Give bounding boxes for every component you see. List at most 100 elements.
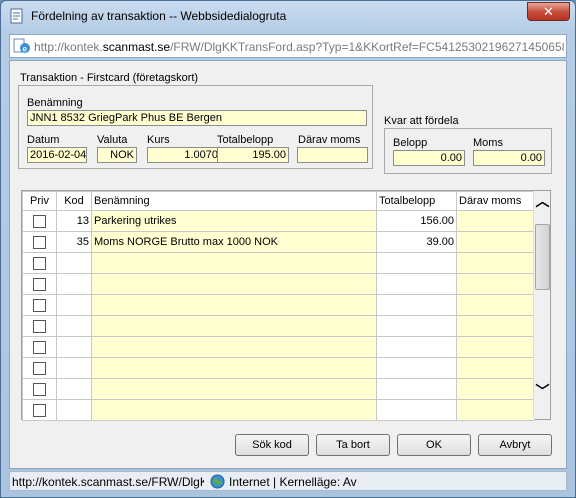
kod-cell[interactable] [56,273,92,295]
column-header-priv[interactable]: Priv [22,191,57,211]
priv-checkbox[interactable] [33,340,46,354]
vat-cell[interactable] [456,231,535,253]
document-icon [10,8,23,24]
kod-cell[interactable] [56,252,92,274]
total-cell[interactable]: 156.00 [376,210,457,232]
delete-button[interactable]: Ta bort [316,434,390,456]
kod-cell[interactable] [56,378,92,400]
vat-cell[interactable] [456,252,535,274]
kod-cell[interactable] [56,294,92,316]
priv-checkbox[interactable] [33,298,46,312]
vat-cell[interactable] [456,294,535,316]
cancel-button[interactable]: Avbryt [478,434,552,456]
table-row[interactable] [22,294,535,316]
priv-cell[interactable] [22,315,57,337]
name-cell[interactable] [91,357,377,379]
priv-checkbox[interactable] [33,214,46,228]
total-cell[interactable] [376,378,457,400]
vat-cell[interactable] [456,315,535,337]
name-cell[interactable] [91,273,377,295]
date-label: Datum [27,134,60,146]
scroll-thumb[interactable] [535,224,550,290]
column-header-kod[interactable]: Kod [56,191,92,211]
address-domain: scanmast.se [102,40,171,54]
priv-cell[interactable] [22,399,57,421]
priv-checkbox[interactable] [33,361,46,375]
table-row[interactable] [22,399,535,421]
address-bar[interactable]: e http://kontek.scanmast.se/FRW/DlgKKTra… [9,34,567,58]
table-row[interactable] [22,273,535,295]
name-cell[interactable] [91,252,377,274]
table-row[interactable] [22,378,535,400]
scroll-down-icon[interactable]: ﹀ [534,383,551,400]
vat-cell[interactable] [456,399,535,421]
total-cell[interactable] [376,399,457,421]
priv-cell[interactable] [22,231,57,253]
vat-field[interactable] [297,147,368,163]
priv-checkbox[interactable] [33,319,46,333]
name-cell[interactable]: Moms NORGE Brutto max 1000 NOK [91,231,377,253]
priv-checkbox[interactable] [33,403,46,417]
table-row[interactable] [22,336,535,358]
kod-cell[interactable] [56,315,92,337]
date-field[interactable]: 2016-02-04 [27,147,87,163]
priv-cell[interactable] [22,210,57,232]
rate-label: Kurs [147,134,170,146]
kod-cell[interactable] [56,357,92,379]
total-cell[interactable] [376,273,457,295]
name-field[interactable]: JNN1 8532 GriegPark Phus BE Bergen [27,110,367,126]
scroll-up-icon[interactable]: ︿ [534,193,551,210]
name-cell[interactable] [91,399,377,421]
priv-cell[interactable] [22,378,57,400]
column-header-vat[interactable]: Därav moms [456,191,535,211]
title-bar[interactable]: Fördelning av transaktion -- Webbsidedia… [1,1,575,31]
search-code-button[interactable]: Sök kod [235,434,309,456]
priv-checkbox[interactable] [33,256,46,270]
total-field[interactable]: 195.00 [217,147,289,163]
close-button[interactable]: ✕ [527,2,570,21]
table-row[interactable]: 13 Parkering utrikes 156.00 [22,210,535,232]
priv-cell[interactable] [22,273,57,295]
priv-checkbox[interactable] [33,235,46,249]
total-cell[interactable] [376,357,457,379]
kod-cell[interactable] [56,399,92,421]
total-cell[interactable] [376,315,457,337]
name-cell[interactable] [91,294,377,316]
total-cell[interactable] [376,252,457,274]
total-cell[interactable] [376,294,457,316]
currency-field[interactable]: NOK [97,147,137,163]
name-cell[interactable]: Parkering utrikes [91,210,377,232]
kod-cell[interactable]: 13 [56,210,92,232]
currency-label: Valuta [97,134,128,146]
name-cell[interactable] [91,336,377,358]
vat-cell[interactable] [456,273,535,295]
vat-cell[interactable] [456,210,535,232]
vat-cell[interactable] [456,357,535,379]
total-cell[interactable] [376,336,457,358]
vat-cell[interactable] [456,378,535,400]
table-row[interactable] [22,315,535,337]
table-row[interactable] [22,357,535,379]
ok-button[interactable]: OK [397,434,471,456]
priv-cell[interactable] [22,336,57,358]
remaining-vat-field[interactable]: 0.00 [473,150,545,166]
kod-cell[interactable]: 35 [56,231,92,253]
column-header-total[interactable]: Totalbelopp [376,191,457,211]
table-row[interactable]: 35 Moms NORGE Brutto max 1000 NOK 39.00 [22,231,535,253]
priv-cell[interactable] [22,294,57,316]
priv-checkbox[interactable] [33,382,46,396]
priv-checkbox[interactable] [33,277,46,291]
priv-cell[interactable] [22,357,57,379]
table-header-row: Priv Kod Benämning Totalbelopp Därav mom… [22,191,535,211]
total-cell[interactable]: 39.00 [376,231,457,253]
column-header-name[interactable]: Benämning [91,191,377,211]
name-cell[interactable] [91,315,377,337]
priv-cell[interactable] [22,252,57,274]
table-row[interactable] [22,252,535,274]
rate-field[interactable]: 1.0070 [147,147,221,163]
kod-cell[interactable] [56,336,92,358]
name-cell[interactable] [91,378,377,400]
remaining-amount-field[interactable]: 0.00 [393,150,465,166]
vertical-scrollbar[interactable]: ︿ ﹀ [533,191,550,419]
vat-cell[interactable] [456,336,535,358]
